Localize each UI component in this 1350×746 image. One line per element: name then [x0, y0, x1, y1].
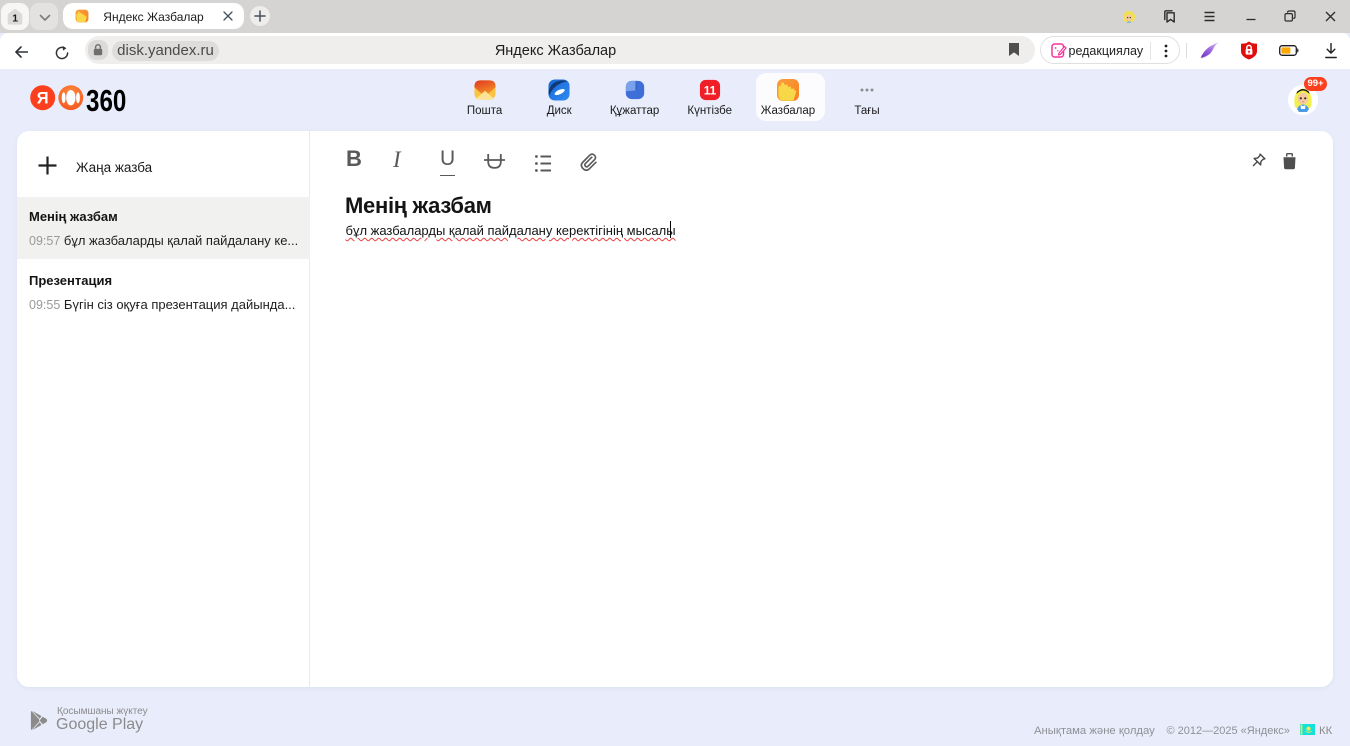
svg-text:Я: Я — [36, 89, 48, 107]
svg-text:11: 11 — [703, 83, 716, 97]
svg-text:1: 1 — [12, 12, 18, 24]
